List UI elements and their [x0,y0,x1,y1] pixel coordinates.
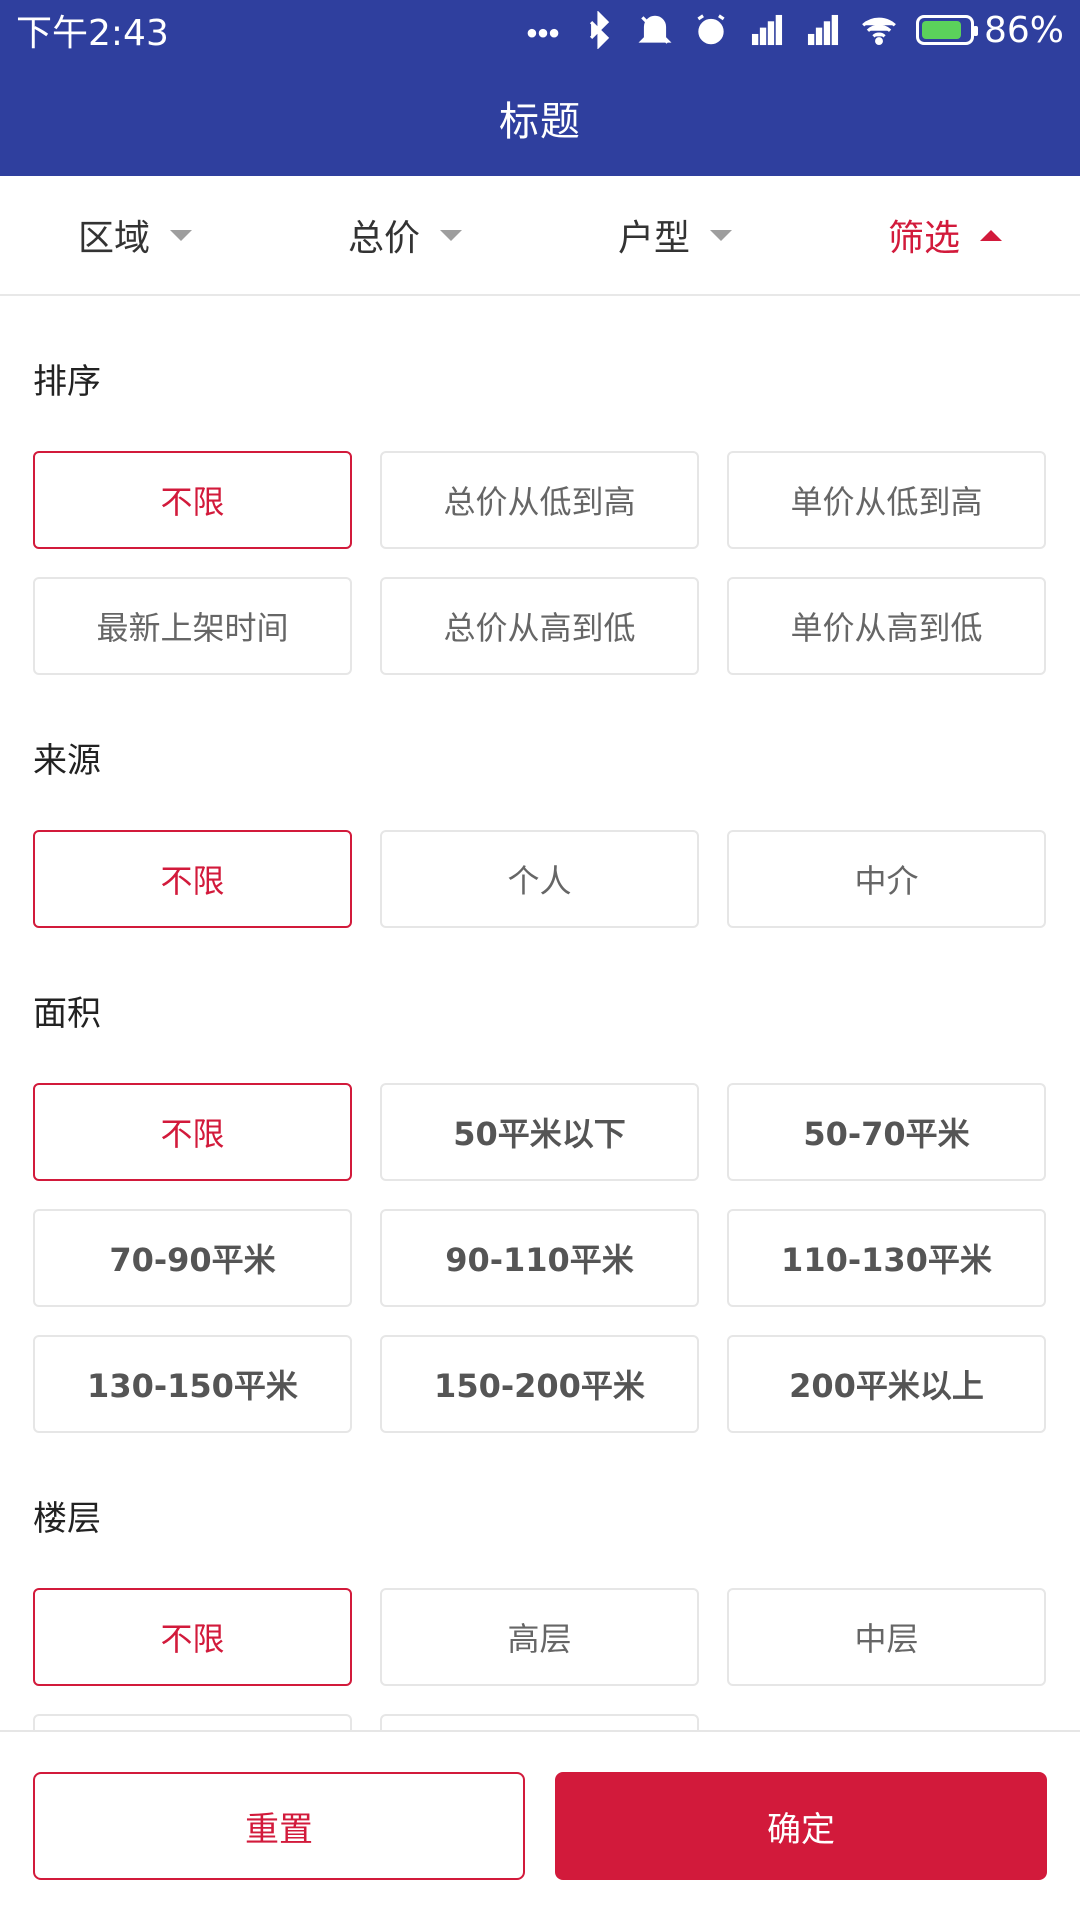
tab-filter[interactable]: 筛选 [810,176,1080,294]
area-option[interactable]: 130-150平米 [33,1335,352,1433]
sort-options: 不限 总价从低到高 单价从低到高 最新上架时间 总价从高到低 单价从高到低 [33,451,1047,675]
bluetooth-icon [580,11,618,49]
sort-option[interactable]: 单价从低到高 [727,451,1046,549]
area-option[interactable]: 70-90平米 [33,1209,352,1307]
floor-option[interactable]: 高层 [380,1588,699,1686]
app-bar: 标题 [0,60,1080,176]
filter-content[interactable]: 排序 不限 总价从低到高 单价从低到高 最新上架时间 总价从高到低 单价从高到低… [0,296,1080,1730]
source-options: 不限 个人 中介 [33,830,1047,928]
chevron-down-icon [710,229,732,241]
filter-tabs: 区域 总价 户型 筛选 [0,176,1080,296]
vibrate-off-icon [636,11,674,49]
confirm-button[interactable]: 确定 [555,1772,1047,1880]
battery-shape [915,15,978,45]
tab-area[interactable]: 区域 [0,176,270,294]
floor-option[interactable]: 不限 [33,1588,352,1686]
section-title-source: 来源 [33,741,101,781]
area-option[interactable]: 200平米以上 [727,1335,1046,1433]
area-options: 不限 50平米以下 50-70平米 70-90平米 90-110平米 110-1… [33,1083,1047,1433]
floor-options: 不限 高层 中层 [33,1588,1047,1730]
chevron-down-icon [170,229,192,241]
floor-option[interactable]: 中层 [727,1588,1046,1686]
alarm-icon [692,11,730,49]
status-right: 86% [524,10,1064,51]
sort-option[interactable]: 最新上架时间 [33,577,352,675]
battery-charging-icon: 86% [915,9,1064,51]
signal-icon [804,11,842,49]
tab-total-price[interactable]: 总价 [270,176,540,294]
page-title: 标题 [499,99,581,145]
sort-option[interactable]: 总价从低到高 [380,451,699,549]
wifi-icon [860,11,898,49]
area-option[interactable]: 50-70平米 [727,1083,1046,1181]
tab-label: 户型 [617,218,690,259]
area-option[interactable]: 50平米以下 [380,1083,699,1181]
source-option[interactable]: 个人 [380,830,699,928]
source-option[interactable]: 不限 [33,830,352,928]
tab-label: 筛选 [887,218,960,259]
reset-button[interactable]: 重置 [33,1772,525,1880]
floor-option-partial[interactable] [33,1714,352,1730]
status-bar: 下午2:43 86% [0,0,1080,60]
battery-level-fill [921,21,961,39]
section-title-floor: 楼层 [33,1499,101,1539]
tab-label: 总价 [347,218,420,259]
sort-option[interactable]: 不限 [33,451,352,549]
battery-percent: 86% [983,9,1064,51]
sort-option[interactable]: 总价从高到低 [380,577,699,675]
area-option[interactable]: 110-130平米 [727,1209,1046,1307]
source-option[interactable]: 中介 [727,830,1046,928]
area-option[interactable]: 90-110平米 [380,1209,699,1307]
bottom-action-bar: 重置 确定 [0,1730,1080,1920]
chevron-down-icon [440,229,462,241]
section-title-area: 面积 [33,994,101,1034]
area-option[interactable]: 150-200平米 [380,1335,699,1433]
floor-option-partial[interactable] [380,1714,699,1730]
tab-layout[interactable]: 户型 [540,176,810,294]
sort-option[interactable]: 单价从高到低 [727,577,1046,675]
tab-label: 区域 [77,218,150,259]
signal-icon [748,11,786,49]
chevron-up-icon [980,229,1002,241]
area-option[interactable]: 不限 [33,1083,352,1181]
section-title-sort: 排序 [33,362,101,402]
status-left: 下午2:43 [16,4,169,56]
status-time: 下午2:43 [16,13,169,54]
more-dots-icon [524,11,562,49]
